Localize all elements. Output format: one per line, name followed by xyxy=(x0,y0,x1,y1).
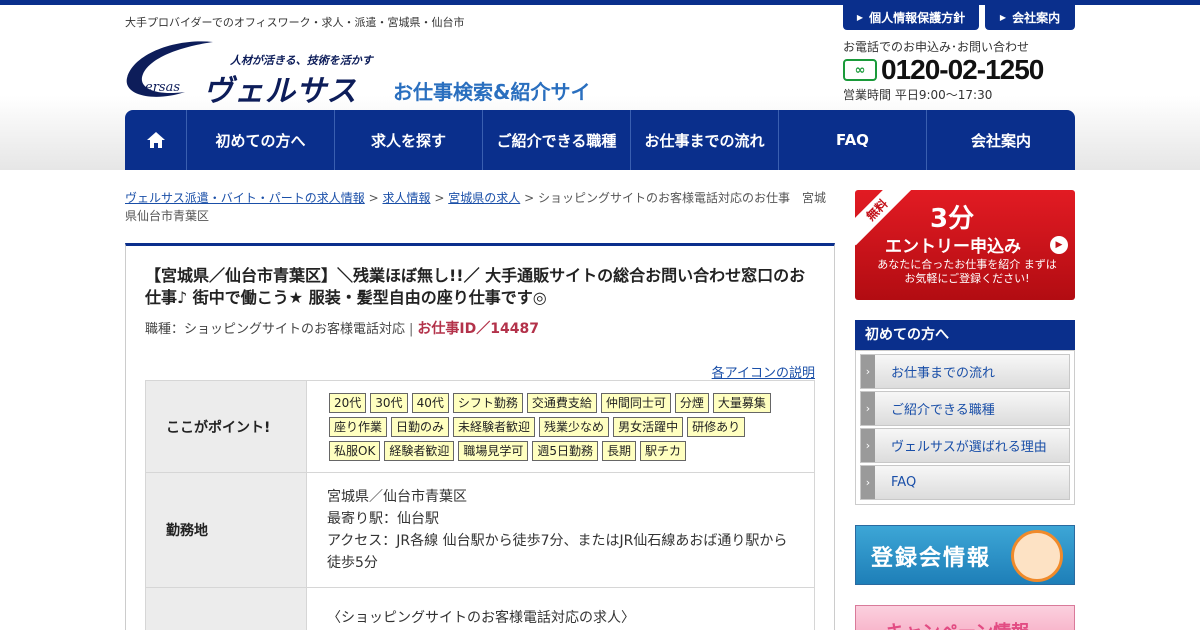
feature-tag: 駅チカ xyxy=(640,440,687,461)
logo-versas: ersas xyxy=(145,80,181,95)
site-logo[interactable]: 人材が活きる、技術を活かす ヴェルサス ersas お仕事検索&紹介サイト xyxy=(125,38,605,133)
feature-tag: 日勤のみ xyxy=(391,416,450,437)
table-row: 〈ショッピングサイトのお客様電話対応の求人〉 xyxy=(145,587,815,630)
location-cell: 宮城県／仙台市青葉区 最寄り駅：仙台駅 アクセス：JR各線 仙台駅から徒歩7分、… xyxy=(306,472,815,588)
freedial-icon: ∞ xyxy=(843,59,877,81)
logo-wordmark: ヴェルサス xyxy=(203,74,358,109)
feature-tag: 長期 xyxy=(602,440,637,461)
home-icon xyxy=(146,132,165,148)
feature-tags: 20代 30代 40代 シフト勤務 交通費支給 仲間同士可 分煙 大量募集座り作業 日勤のみ 未経… xyxy=(327,392,794,461)
company-info-link[interactable]: ▶ 会社案内 xyxy=(985,5,1075,30)
phone-label: お電話でのお申込み･お問い合わせ xyxy=(843,40,1030,54)
chevron-right-icon: › xyxy=(861,466,875,499)
location-label: 勤務地 xyxy=(145,472,307,588)
registration-info-text: 登録会情報 xyxy=(871,546,992,571)
feature-tag: シフト勤務 xyxy=(452,392,523,413)
feature-tag: 残業少なめ xyxy=(539,416,610,437)
nav-company[interactable]: 会社案内 xyxy=(927,110,1075,170)
breadcrumb-miyagi-link[interactable]: 宮城県の求人 xyxy=(448,191,520,205)
entry-description: あなたに合ったお仕事を紹介 まずはお気軽にご登録ください! xyxy=(877,258,1057,285)
location-line: アクセス：JR各線 仙台駅から徒歩7分、またはJR仙石線あおば通り駅から徒歩5分 xyxy=(327,533,788,571)
global-nav: 初めての方へ 求人を探す ご紹介できる職種 お仕事までの流れ FAQ 会社案内 xyxy=(125,110,1075,170)
nav-job-types[interactable]: ご紹介できる職種 xyxy=(483,110,631,170)
feature-tag: 週5日勤務 xyxy=(532,440,598,461)
triangle-right-icon: ▶ xyxy=(999,13,1007,22)
feature-tag: 大量募集 xyxy=(712,392,771,413)
feature-tag: 20代 xyxy=(329,392,367,413)
phone-number: 0120-02-1250 xyxy=(881,54,1044,85)
nav-faq[interactable]: FAQ xyxy=(779,110,927,170)
feature-tag: 30代 xyxy=(370,392,408,413)
entry-3min: 3分 xyxy=(930,204,975,234)
sidebar-heading: 初めての方へ xyxy=(855,320,1075,350)
location-line: 最寄り駅：仙台駅 xyxy=(327,511,439,527)
breadcrumb-jobs-link[interactable]: 求人情報 xyxy=(382,191,430,205)
points-label: ここがポイント! xyxy=(145,380,307,473)
entry-banner[interactable]: 無料 3分 エントリー申込み あなたに合ったお仕事を紹介 まずはお気軽にご登録く… xyxy=(855,190,1075,300)
nav-job-flow[interactable]: お仕事までの流れ xyxy=(631,110,779,170)
feature-tag: 経験者歓迎 xyxy=(384,440,455,461)
feature-tag: 研修あり xyxy=(687,416,746,437)
description-label xyxy=(145,587,307,630)
sidebar-item-faq[interactable]: › FAQ xyxy=(860,465,1070,500)
privacy-policy-link[interactable]: ▶ 個人情報保護方針 xyxy=(843,5,979,30)
icon-help-link[interactable]: 各アイコンの説明 xyxy=(712,362,815,381)
chevron-right-icon: › xyxy=(861,392,875,425)
feature-tag: 40代 xyxy=(411,392,449,413)
operator-avatar xyxy=(1011,530,1063,582)
table-row: ここがポイント! 20代 30代 40代 シフト勤務 交通費支給 仲間同士可 分煙 大量募集座… xyxy=(145,380,815,473)
job-title: 【宮城県／仙台市青葉区】＼残業ほぼ無し!!／ 大手通販サイトの総合お問い合わせ窓… xyxy=(145,266,806,307)
phone-number-block[interactable]: ∞ 0120-02-1250 xyxy=(843,54,1044,86)
header-tagline: 大手プロバイダーでのオフィスワーク・求人・派遣・宮城県・仙台市 xyxy=(125,16,465,29)
business-hours: 営業時間 平日9:00〜17:30 xyxy=(843,88,993,102)
campaign-banner[interactable]: キャンペーン情報 xyxy=(855,605,1075,630)
feature-tag: 分煙 xyxy=(674,392,709,413)
feature-tag: 座り作業 xyxy=(329,416,388,437)
registration-info-banner[interactable]: 登録会情報 xyxy=(855,525,1075,585)
breadcrumb: ヴェルサス派遣・バイト・パートの求人情報 > 求人情報 > 宮城県の求人 > シ… xyxy=(125,191,826,223)
feature-tag: 私服OK xyxy=(329,440,381,461)
campaign-text: キャンペーン情報 xyxy=(886,618,1029,630)
feature-tag: 交通費支給 xyxy=(526,392,597,413)
feature-tag: 職場見学可 xyxy=(458,440,529,461)
job-type: 職種：ショッピングサイトのお客様電話対応 xyxy=(145,322,406,337)
location-line: 宮城県／仙台市青葉区 xyxy=(327,489,467,505)
nav-search-jobs[interactable]: 求人を探す xyxy=(335,110,483,170)
breadcrumb-home-link[interactable]: ヴェルサス派遣・バイト・パートの求人情報 xyxy=(125,191,365,205)
table-row: 勤務地 宮城県／仙台市青葉区 最寄り駅：仙台駅 アクセス：JR各線 仙台駅から徒… xyxy=(145,472,815,588)
triangle-right-icon: ▶ xyxy=(856,13,864,22)
feature-tag: 男女活躍中 xyxy=(613,416,684,437)
job-info-table: ここがポイント! 20代 30代 40代 シフト勤務 交通費支給 仲間同士可 分煙 大量募集座… xyxy=(145,380,815,630)
description-cell: 〈ショッピングサイトのお客様電話対応の求人〉 xyxy=(306,587,815,630)
job-id: お仕事ID／14487 xyxy=(417,321,539,337)
sidebar-item-job-types[interactable]: › ご紹介できる職種 xyxy=(860,391,1070,426)
sidebar-menu: › お仕事までの流れ › ご紹介できる職種 › ヴェルサスが選ばれる理由 › F… xyxy=(855,350,1075,505)
feature-tag: 未経験者歓迎 xyxy=(453,416,536,437)
nav-home[interactable] xyxy=(125,110,187,170)
chevron-right-icon: › xyxy=(861,429,875,462)
entry-title: エントリー申込み xyxy=(885,237,1021,257)
chevron-right-icon: › xyxy=(861,355,875,388)
job-type-row: 職種：ショッピングサイトのお客様電話対応 | お仕事ID／14487 xyxy=(145,318,539,338)
sidebar-item-reasons[interactable]: › ヴェルサスが選ばれる理由 xyxy=(860,428,1070,463)
sidebar-item-job-flow[interactable]: › お仕事までの流れ xyxy=(860,354,1070,389)
points-cell: 20代 30代 40代 シフト勤務 交通費支給 仲間同士可 分煙 大量募集座り作業 日勤のみ 未経… xyxy=(306,380,815,473)
play-arrow-icon: ▶ xyxy=(1050,236,1068,254)
nav-first-time[interactable]: 初めての方へ xyxy=(187,110,335,170)
feature-tag: 仲間同士可 xyxy=(600,392,671,413)
